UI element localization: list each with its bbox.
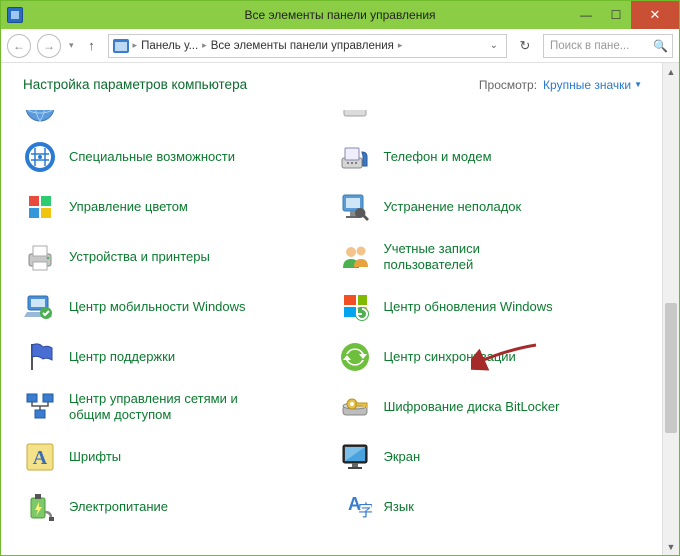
back-button[interactable]: ←	[7, 34, 31, 58]
item-label: Центр синхронизации	[384, 349, 516, 365]
item-language[interactable]: A字 Язык	[338, 490, 643, 524]
window: Все элементы панели управления — ☐ ✕ ← →…	[0, 0, 680, 556]
item-label: Центр обновления Windows	[384, 299, 553, 315]
item-action-center[interactable]: Центр поддержки	[23, 340, 328, 374]
power-icon	[23, 490, 57, 524]
screen-icon	[338, 440, 372, 474]
lang-icon: A字	[338, 490, 372, 524]
navbar: ← → ▾ ↑ ▸ Панель у... ▸ Все элементы пан…	[1, 29, 679, 63]
item-mobility-center[interactable]: Центр мобильности Windows	[23, 290, 328, 324]
item-label: Язык	[384, 499, 414, 515]
color-icon	[23, 190, 57, 224]
scroll-thumb[interactable]	[665, 303, 677, 433]
item-label: Центр мобильности Windows	[69, 299, 246, 315]
item-accessibility[interactable]: Специальные возможности	[23, 140, 328, 174]
phone-icon	[338, 140, 372, 174]
close-button[interactable]: ✕	[631, 1, 679, 29]
item-bitlocker[interactable]: Шифрование диска BitLocker	[338, 390, 643, 424]
chevron-right-icon: ▸	[202, 40, 207, 51]
item-label: Центр поддержки	[69, 349, 175, 365]
scroll-down-button[interactable]: ▼	[663, 538, 679, 555]
item-label: Телефон и модем	[384, 149, 492, 165]
network-icon	[23, 390, 57, 424]
item-label: Электропитание	[69, 499, 168, 515]
content-inner: Настройка параметров компьютера Просмотр…	[1, 63, 662, 555]
minimize-button[interactable]: —	[571, 1, 601, 29]
mobility-icon	[23, 290, 57, 324]
search-input[interactable]	[548, 39, 649, 53]
font-icon: A	[23, 440, 57, 474]
scroll-up-button[interactable]: ▲	[663, 63, 679, 80]
sync-icon	[338, 340, 372, 374]
printer-icon	[23, 240, 57, 274]
fax-icon	[338, 110, 372, 124]
view-dropdown[interactable]: Крупные значки ▼	[543, 78, 642, 92]
content-area: Настройка параметров компьютера Просмотр…	[1, 63, 679, 555]
window-controls: — ☐ ✕	[571, 1, 679, 29]
breadcrumb-1[interactable]: Панель у...	[141, 40, 198, 52]
search-icon: 🔍	[653, 39, 668, 53]
item-partial-left[interactable]	[23, 110, 328, 124]
item-troubleshoot[interactable]: Устранение неполадок	[338, 190, 643, 224]
page-title: Настройка параметров компьютера	[23, 77, 247, 92]
item-label: Экран	[384, 449, 421, 465]
chevron-down-icon: ▼	[634, 80, 642, 89]
item-network-center[interactable]: Центр управления сетями и общим доступом	[23, 390, 328, 424]
item-user-accounts[interactable]: Учетные записи пользователей	[338, 240, 643, 274]
items-grid: Специальные возможности Телефон и модем …	[23, 110, 642, 524]
accessibility-icon	[23, 140, 57, 174]
maximize-button[interactable]: ☐	[601, 1, 631, 29]
item-label: Учетные записи пользователей	[384, 241, 564, 274]
vertical-scrollbar[interactable]: ▲ ▼	[662, 63, 679, 555]
flag-icon	[23, 340, 57, 374]
address-bar[interactable]: ▸ Панель у... ▸ Все элементы панели упра…	[108, 34, 507, 58]
view-label: Просмотр:	[479, 78, 537, 92]
history-dropdown[interactable]: ▾	[67, 40, 76, 51]
item-windows-update[interactable]: Центр обновления Windows	[338, 290, 643, 324]
forward-button[interactable]: →	[37, 34, 61, 58]
chevron-right-icon: ▸	[398, 40, 403, 51]
view-value-text: Крупные значки	[543, 78, 631, 92]
item-label: Шрифты	[69, 449, 121, 465]
control-panel-icon	[7, 7, 23, 23]
item-label: Специальные возможности	[69, 149, 235, 165]
header-row: Настройка параметров компьютера Просмотр…	[23, 77, 642, 92]
users-icon	[338, 240, 372, 274]
troubleshoot-icon	[338, 190, 372, 224]
refresh-button[interactable]: ↻	[513, 34, 537, 58]
item-label: Центр управления сетями и общим доступом	[69, 391, 249, 424]
up-button[interactable]: ↑	[82, 36, 102, 56]
item-label: Управление цветом	[69, 199, 188, 215]
item-display[interactable]: Экран	[338, 440, 643, 474]
item-power-options[interactable]: Электропитание	[23, 490, 328, 524]
search-box[interactable]: 🔍	[543, 34, 673, 58]
item-label: Устранение неполадок	[384, 199, 522, 215]
address-dropdown[interactable]: ⌄	[486, 40, 502, 51]
item-label: Шифрование диска BitLocker	[384, 399, 560, 415]
update-icon	[338, 290, 372, 324]
item-fonts[interactable]: A Шрифты	[23, 440, 328, 474]
address-icon	[113, 39, 129, 53]
globe-icon	[23, 110, 57, 124]
bitlocker-icon	[338, 390, 372, 424]
svg-text:字: 字	[358, 502, 372, 520]
item-color-management[interactable]: Управление цветом	[23, 190, 328, 224]
item-devices-printers[interactable]: Устройства и принтеры	[23, 240, 328, 274]
svg-text:A: A	[33, 447, 48, 469]
item-phone-modem[interactable]: Телефон и модем	[338, 140, 643, 174]
item-partial-right[interactable]	[338, 110, 643, 124]
breadcrumb-2[interactable]: Все элементы панели управления	[211, 40, 394, 52]
chevron-right-icon: ▸	[133, 40, 138, 51]
titlebar: Все элементы панели управления — ☐ ✕	[1, 1, 679, 29]
item-label: Устройства и принтеры	[69, 249, 210, 265]
item-sync-center[interactable]: Центр синхронизации	[338, 340, 643, 374]
